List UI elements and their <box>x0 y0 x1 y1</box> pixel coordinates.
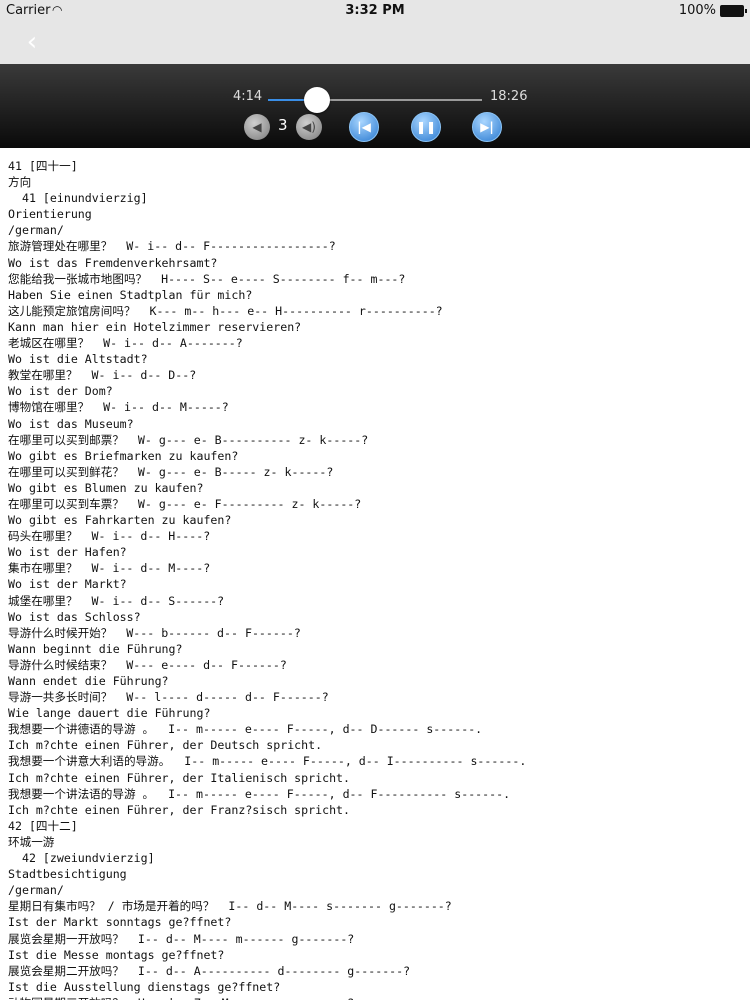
pause-button[interactable]: ❚❚ <box>411 112 441 142</box>
total-time: 18:26 <box>490 89 528 104</box>
text-line: 方向 <box>8 175 32 190</box>
text-line: 导游什么时候开始？ W--- b------ d-- F------? <box>8 625 301 640</box>
text-line: 城堡在哪里？ W- i-- d-- S------? <box>8 593 225 608</box>
pause-icon: ❚❚ <box>415 120 437 134</box>
lesson-text: 41 [四十一] 方向 41 [einundvierzig] Orientierun… <box>0 152 750 1000</box>
text-line: Orientierung <box>8 207 92 222</box>
text-line: Ist die Ausstellung dienstags ge?ffnet? <box>8 979 281 994</box>
clock: 3:32 PM <box>345 3 405 18</box>
text-line: 我想要一个讲德语的导游 。 I-- m----- e---- F-----, d… <box>8 722 483 737</box>
text-line: Wann beginnt die Führung? <box>8 641 183 656</box>
text-line: Haben Sie einen Stadtplan für mich? <box>8 287 253 302</box>
text-line: 在哪里可以买到鲜花？ W- g--- e- B----- z- k-----? <box>8 464 334 479</box>
text-line: Wo ist das Fremdenverkehrsamt? <box>8 255 218 270</box>
text-line: 41 [einundvierzig] <box>8 191 148 206</box>
text-line: 42 [zweiundvierzig] <box>8 851 155 866</box>
text-line: Ich m?chte einen Führer, der Deutsch spr… <box>8 738 323 753</box>
text-line: Ich m?chte einen Führer, der Franz?sisch… <box>8 802 351 817</box>
audio-player: 4:14 18:26 ◀ 3 ◀) |◀ ❚❚ ▶| <box>0 64 750 148</box>
speaker-low-icon: ◀ <box>252 120 262 134</box>
text-line: Wo gibt es Blumen zu kaufen? <box>8 480 204 495</box>
text-line: Ist die Messe montags ge?ffnet? <box>8 947 225 962</box>
text-line: /german/ <box>8 223 64 238</box>
text-line: Ich m?chte einen Führer, der Italienisch… <box>8 770 351 785</box>
text-line: Wo gibt es Fahrkarten zu kaufen? <box>8 513 232 528</box>
skip-back-icon: |◀ <box>357 120 371 134</box>
previous-button[interactable]: |◀ <box>349 112 379 142</box>
text-line: 导游一共多长时间？ W-- l---- d----- d-- F------? <box>8 690 329 705</box>
progress-thumb[interactable] <box>304 87 331 113</box>
text-line: Wo ist der Dom? <box>8 384 113 399</box>
text-line: Wo ist der Markt? <box>8 577 127 592</box>
volume-level: 3 <box>278 116 288 134</box>
text-line: 在哪里可以买到邮票？ W- g--- e- B---------- z- k--… <box>8 432 369 447</box>
text-line: Wo ist der Hafen? <box>8 545 127 560</box>
text-line: 导游什么时候结束？ W--- e---- d-- F------? <box>8 657 287 672</box>
text-line: Stadtbesichtigung <box>8 867 127 882</box>
volume-up-button[interactable]: ◀) <box>296 114 322 140</box>
text-line: 您能给我一张城市地图吗？ H---- S-- e---- S-------- f… <box>8 271 406 286</box>
battery-icon <box>720 5 747 17</box>
battery-percent: 100% <box>678 3 716 18</box>
text-line: 博物馆在哪里？ W- i-- d-- M-----? <box>8 400 229 415</box>
status-bar: Carrier ◠ 3:32 PM 100% <box>0 0 750 22</box>
text-line: 老城区在哪里？ W- i-- d-- A-------? <box>8 336 243 351</box>
text-line: Wo ist das Museum? <box>8 416 134 431</box>
text-line: 42 [四十二] <box>8 818 78 833</box>
text-line: 我想要一个讲法语的导游 。 I-- m----- e---- F-----, d… <box>8 786 511 801</box>
text-line: 展览会星期一开放吗？ I-- d-- M---- m------ g------… <box>8 931 355 946</box>
volume-down-button[interactable]: ◀ <box>244 114 270 140</box>
text-line: 码头在哪里？ W- i-- d-- H----? <box>8 529 211 544</box>
text-line: Wann endet die Führung? <box>8 674 169 688</box>
text-line: Wo ist die Altstadt? <box>8 352 148 367</box>
text-line: 旅游管理处在哪里？ W- i-- d-- F-----------------? <box>8 239 336 254</box>
text-line: 环城一游 <box>8 834 55 849</box>
navigation-bar: ‹ <box>0 22 750 64</box>
text-line: 集市在哪里？ W- i-- d-- M----? <box>8 561 211 576</box>
speaker-high-icon: ◀) <box>302 120 316 134</box>
text-line: 在哪里可以买到车票？ W- g--- e- F--------- z- k---… <box>8 496 362 511</box>
text-line: Wo ist das Schloss? <box>8 609 141 624</box>
back-button[interactable]: ‹ <box>18 28 46 56</box>
text-line: /german/ <box>8 883 64 898</box>
text-line: Wo gibt es Briefmarken zu kaufen? <box>8 448 239 463</box>
text-line: 41 [四十一] <box>8 159 78 173</box>
current-time: 4:14 <box>233 89 263 104</box>
chevron-left-icon: ‹ <box>26 27 38 57</box>
text-line: 展览会星期二开放吗？ I-- d-- A---------- d--------… <box>8 963 411 978</box>
text-line: Kann man hier ein Hotelzimmer reserviere… <box>8 319 302 334</box>
text-line: 这儿能预定旅馆房间吗？ K--- m-- h--- e-- H---------… <box>8 303 443 318</box>
text-line: Ist der Markt sonntags ge?ffnet? <box>8 915 232 930</box>
text-line: 我想要一个讲意大利语的导游。 I-- m----- e---- F-----, … <box>8 754 527 769</box>
text-line: 星期日有集市吗？ / 市场是开着的吗？ I-- d-- M---- s-----… <box>8 899 452 914</box>
text-line: 动物园星期三开放吗？ H-- d-- Z-- M-------- g------… <box>8 995 750 1000</box>
text-line: Wie lange dauert die Führung? <box>8 706 211 721</box>
skip-forward-icon: ▶| <box>480 120 494 134</box>
progress-slider[interactable] <box>268 87 482 113</box>
next-button[interactable]: ▶| <box>472 112 502 142</box>
text-line: 教堂在哪里？ W- i-- d-- D--? <box>8 368 197 383</box>
